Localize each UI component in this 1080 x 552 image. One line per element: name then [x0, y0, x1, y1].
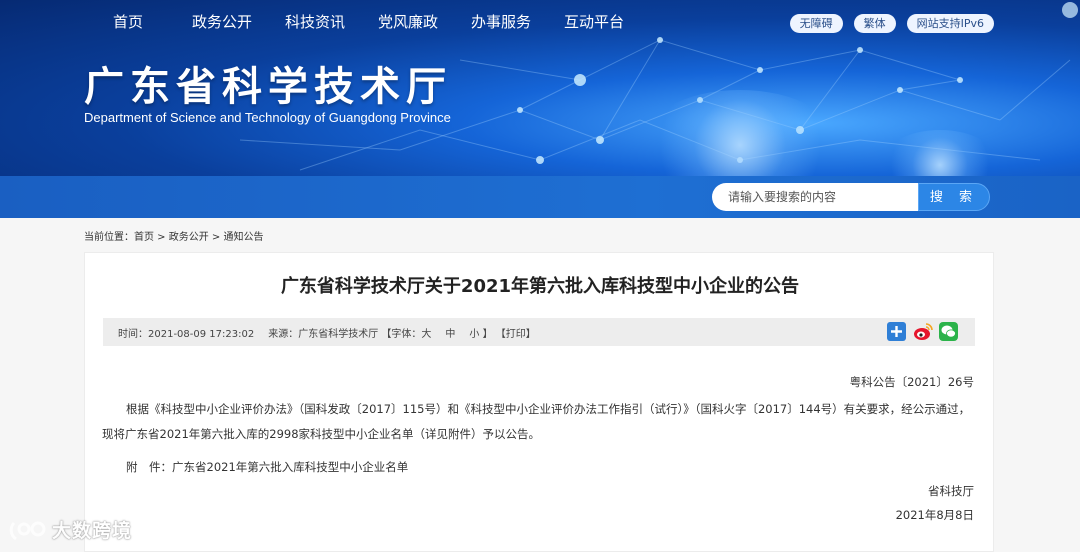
- breadcrumb-separator: >: [208, 232, 224, 243]
- font-large-button[interactable]: 大: [421, 329, 431, 340]
- ipv6-link[interactable]: 网站支持IPv6: [906, 14, 994, 33]
- top-links: 无障碍 繁体 网站支持IPv6: [789, 14, 994, 33]
- watermark-logo-icon: [9, 521, 46, 540]
- font-size-close: 】: [482, 329, 493, 340]
- nav-integrity[interactable]: 党风廉政: [378, 11, 438, 32]
- breadcrumb-home[interactable]: 首页: [134, 232, 154, 243]
- article-meta: 时间：2021-08-09 17:23:02 来源：广东省科学技术厅 【字体：大 中…: [118, 325, 536, 340]
- accessibility-link[interactable]: 无障碍: [789, 14, 843, 33]
- print-button[interactable]: 【打印】: [496, 329, 536, 340]
- article-paragraph: 根据《科技型中小企业评价办法》（国科发政〔2017〕115号）和《科技型中小企业…: [102, 402, 971, 441]
- site-subtitle: Department of Science and Technology of …: [84, 110, 451, 125]
- weibo-icon[interactable]: [913, 322, 933, 341]
- search-button[interactable]: 搜 索: [918, 183, 990, 211]
- nav-services[interactable]: 办事服务: [471, 11, 531, 32]
- nav-interaction[interactable]: 互动平台: [564, 11, 624, 32]
- traditional-chinese-link[interactable]: 繁体: [853, 14, 896, 33]
- breadcrumb-government-affairs[interactable]: 政务公开: [169, 232, 209, 243]
- breadcrumb-separator: >: [154, 232, 169, 243]
- search-input[interactable]: [712, 183, 918, 211]
- share-plus-icon[interactable]: [887, 322, 906, 341]
- attachment-link[interactable]: 附 件：广东省2021年第六批入库科技型中小企业名单: [126, 459, 408, 475]
- article-signature: 省科技厅: [928, 484, 974, 498]
- nav-tech-news[interactable]: 科技资讯: [285, 11, 345, 32]
- font-medium-button[interactable]: 中: [445, 329, 455, 340]
- watermark: 大数跨境: [8, 516, 132, 543]
- nav-government-affairs[interactable]: 政务公开: [192, 11, 252, 32]
- document-number: 粤科公告〔2021〕26号: [849, 375, 974, 389]
- wechat-icon[interactable]: [939, 322, 958, 341]
- nav-home[interactable]: 首页: [113, 11, 143, 32]
- font-small-button[interactable]: 小: [469, 329, 479, 340]
- breadcrumb: 当前位置：首页 > 政务公开 > 通知公告: [84, 228, 264, 243]
- font-size-label: 【字体：: [381, 329, 422, 340]
- publish-time: 时间：2021-08-09 17:23:02: [118, 329, 255, 340]
- article-date: 2021年8月8日: [895, 508, 974, 522]
- article-source: 来源：广东省科学技术厅: [268, 329, 379, 340]
- breadcrumb-prefix: 当前位置：: [84, 232, 134, 243]
- article-title: 广东省科学技术厅关于2021年第六批入库科技型中小企业的公告: [280, 276, 800, 297]
- site-title[interactable]: 广东省科学技术厅: [84, 54, 452, 112]
- breadcrumb-notices[interactable]: 通知公告: [224, 232, 264, 243]
- watermark-text: 大数跨境: [52, 520, 133, 542]
